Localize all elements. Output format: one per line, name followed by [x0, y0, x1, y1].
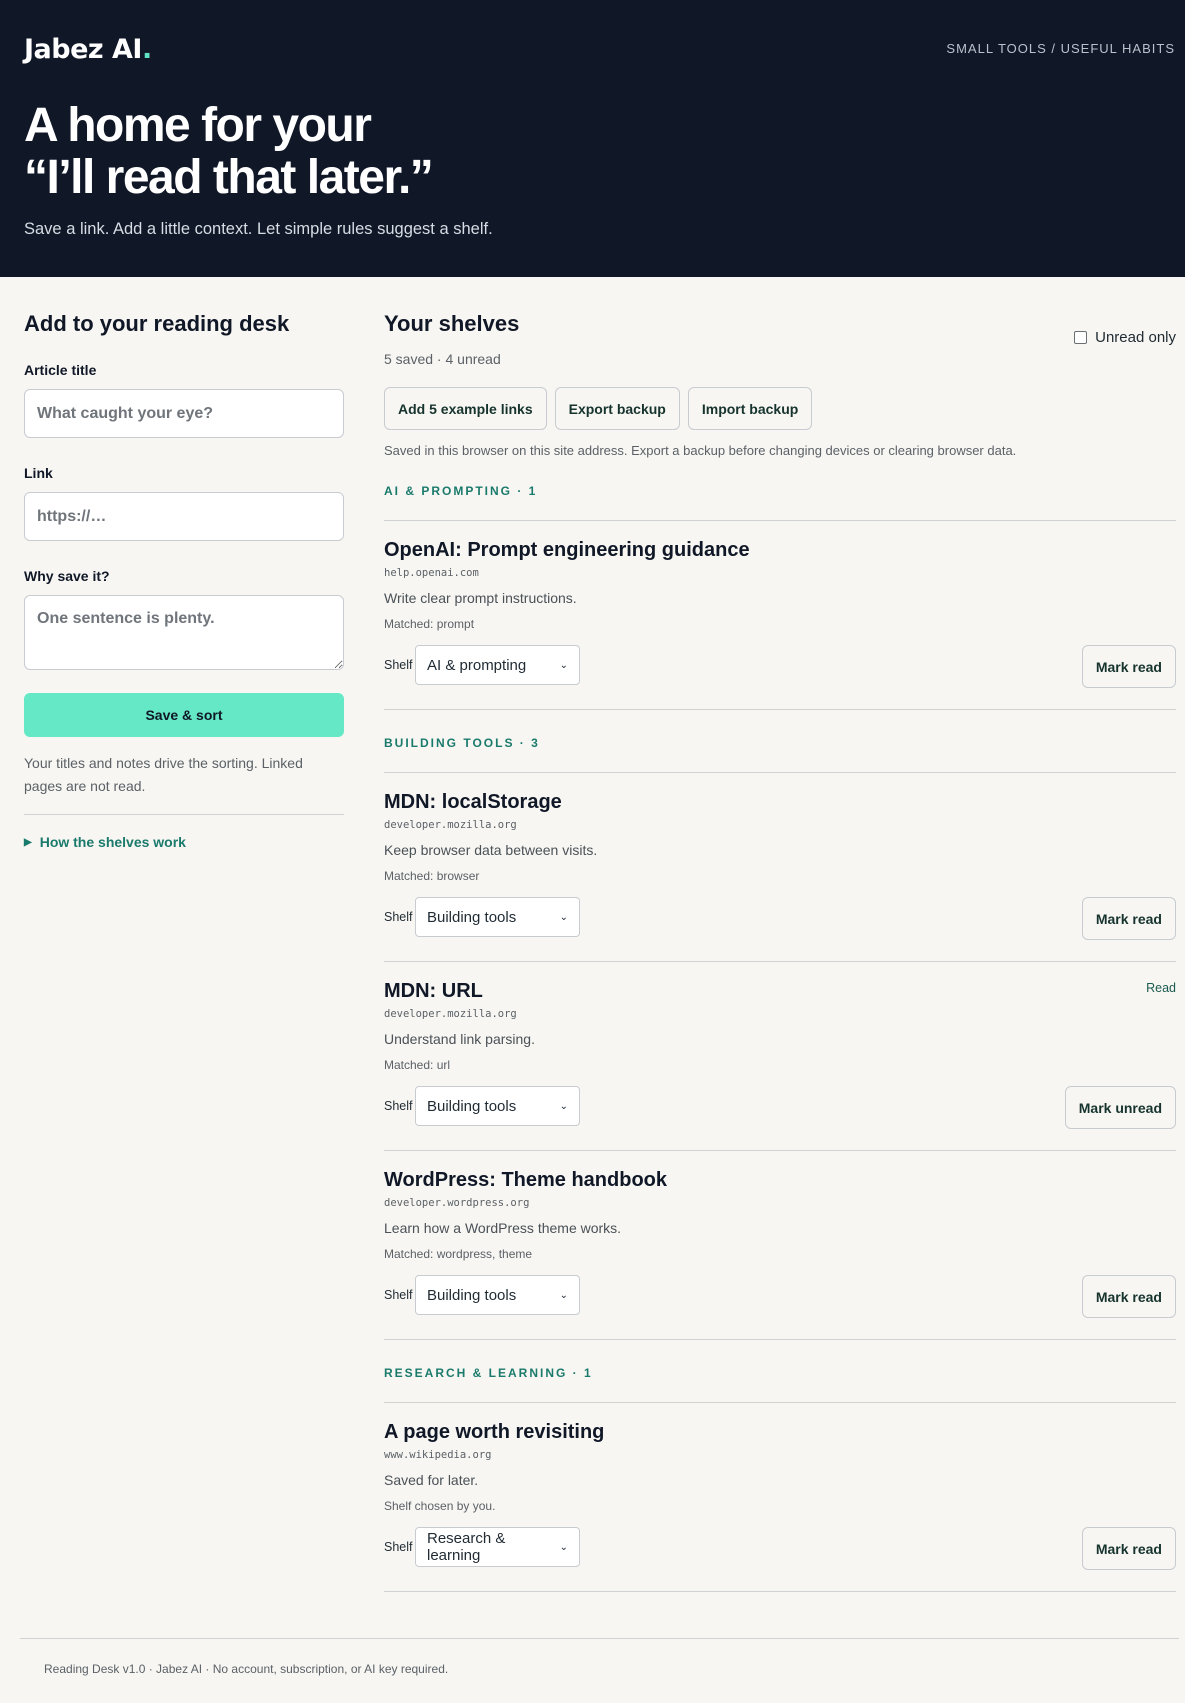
shelf-select[interactable]: Research & learning ⌄ — [415, 1527, 580, 1567]
mark-read-toggle-button[interactable]: Mark read — [1081, 645, 1176, 688]
link-title[interactable]: WordPress: Theme handbook — [384, 1169, 1176, 1192]
unread-only-toggle[interactable]: Unread only — [1074, 329, 1176, 346]
link-domain: developer.mozilla.org — [384, 1008, 517, 1020]
shelf-select-label: Shelf — [384, 1288, 413, 1302]
shelf-section: RESEARCH & LEARNING · 1 A page worth rev… — [384, 1365, 1176, 1592]
link-note: Understand link parsing. — [384, 1031, 535, 1047]
link-note: Write clear prompt instructions. — [384, 590, 577, 606]
title-label: Article title — [24, 362, 97, 378]
shelves-help-toggle[interactable]: ▶ How the shelves work — [24, 834, 344, 850]
shelf-select-value: Building tools — [427, 908, 517, 926]
shelves-panel: Your shelves 5 saved · 4 unread Unread o… — [384, 311, 1176, 1592]
link-note: Learn how a WordPress theme works. — [384, 1220, 622, 1236]
link-domain: developer.wordpress.org — [384, 1197, 530, 1209]
shelf-select-value: Research & learning — [427, 1530, 506, 1564]
shelf-select[interactable]: AI & prompting ⌄ — [415, 645, 580, 685]
link-match-reason: Matched: wordpress, theme — [384, 1247, 533, 1261]
card-controls: Shelf Building tools ⌄ Mark read — [384, 897, 1176, 940]
link-match-reason: Matched: browser — [384, 869, 480, 883]
card-controls: Shelf AI & prompting ⌄ Mark read — [384, 645, 1176, 688]
shelf-select-label: Shelf — [384, 1540, 413, 1554]
why-label: Why save it? — [24, 568, 110, 584]
shelf-select-label: Shelf — [384, 1099, 413, 1113]
link-match-reason: Matched: url — [384, 1058, 451, 1072]
shelf-select-value: Building tools — [427, 1286, 517, 1304]
link-note: Keep browser data between visits. — [384, 842, 598, 858]
site-footer: Reading Desk v1.0 · Jabez AI · No accoun… — [20, 1638, 1179, 1676]
shelf-heading: BUILDING TOOLS · 3 — [384, 735, 1176, 773]
tagline: SMALL TOOLS / USEFUL HABITS — [946, 41, 1175, 56]
storage-note: Saved in this browser on this site addre… — [384, 443, 1017, 458]
hero-title-line2: “I’ll read that later.” — [24, 151, 434, 204]
link-title[interactable]: A page worth revisiting — [384, 1421, 1176, 1444]
chevron-down-icon: ⌄ — [559, 659, 568, 671]
save-sort-button[interactable]: Save & sort — [24, 693, 344, 737]
link-domain: www.wikipedia.org — [384, 1449, 492, 1461]
link-card: OpenAI: Prompt engineering guidance help… — [384, 521, 1176, 710]
mark-read-toggle-button[interactable]: Mark read — [1081, 1275, 1176, 1318]
shelf-section: BUILDING TOOLS · 3 MDN: localStorage dev… — [384, 735, 1176, 1340]
card-controls: Shelf Building tools ⌄ Mark read — [384, 1275, 1176, 1318]
link-input[interactable] — [24, 492, 344, 541]
shelf-section: AI & PROMPTING · 1 OpenAI: Prompt engine… — [384, 483, 1176, 710]
link-card: A page worth revisiting www.wikipedia.or… — [384, 1403, 1176, 1592]
shelf-select[interactable]: Building tools ⌄ — [415, 897, 580, 937]
chevron-down-icon: ⌄ — [559, 1541, 568, 1553]
unread-only-label: Unread only — [1095, 329, 1176, 346]
link-domain: developer.mozilla.org — [384, 819, 517, 831]
footer-text: Reading Desk v1.0 · Jabez AI · No accoun… — [44, 1662, 449, 1676]
chevron-down-icon: ⌄ — [559, 1100, 568, 1112]
card-controls: Shelf Research & learning ⌄ Mark read — [384, 1527, 1176, 1570]
chevron-down-icon: ⌄ — [559, 1289, 568, 1301]
form-divider — [24, 814, 344, 815]
link-label: Link — [24, 465, 53, 481]
add-examples-button[interactable]: Add 5 example links — [384, 387, 547, 430]
shelf-select-value: AI & prompting — [427, 656, 527, 674]
unread-only-checkbox[interactable] — [1074, 331, 1088, 344]
hero-title-line1: A home for your — [24, 99, 372, 152]
shelf-select-label: Shelf — [384, 910, 413, 924]
mark-read-toggle-button[interactable]: Mark read — [1081, 897, 1176, 940]
logo-dot: . — [141, 34, 152, 65]
link-match-reason: Matched: prompt — [384, 617, 475, 631]
logo[interactable]: Jabez AI. — [24, 34, 152, 65]
title-input[interactable] — [24, 389, 344, 438]
shelf-select-value: Building tools — [427, 1097, 517, 1115]
export-backup-button[interactable]: Export backup — [554, 387, 680, 430]
disclosure-triangle-icon: ▶ — [24, 836, 32, 848]
shelves-heading: Your shelves — [384, 311, 520, 336]
shelf-select[interactable]: Building tools ⌄ — [415, 1086, 580, 1126]
read-badge: Read — [1146, 981, 1176, 995]
link-title[interactable]: MDN: URL — [384, 980, 1176, 1003]
hero-title: A home for your “I’ll read that later.” — [24, 99, 434, 204]
saved-counts: 5 saved · 4 unread — [384, 351, 501, 367]
link-domain: help.openai.com — [384, 567, 479, 579]
add-form: Add to your reading desk Article title L… — [24, 311, 344, 850]
mark-read-toggle-button[interactable]: Mark unread — [1064, 1086, 1176, 1129]
hero-subtitle: Save a link. Add a little context. Let s… — [24, 220, 493, 238]
shelves-help-label: How the shelves work — [39, 834, 186, 850]
link-card: MDN: localStorage developer.mozilla.org … — [384, 773, 1176, 962]
backup-actions: Add 5 example links Export backup Import… — [384, 387, 1176, 430]
shelf-list: AI & PROMPTING · 1 OpenAI: Prompt engine… — [384, 483, 1176, 1592]
form-heading: Add to your reading desk — [24, 311, 290, 336]
link-note: Saved for later. — [384, 1472, 479, 1488]
link-card: WordPress: Theme handbook developer.word… — [384, 1151, 1176, 1340]
mark-read-toggle-button[interactable]: Mark read — [1081, 1527, 1176, 1570]
shelf-heading: AI & PROMPTING · 1 — [384, 483, 1176, 521]
link-title[interactable]: OpenAI: Prompt engineering guidance — [384, 539, 1176, 562]
link-card: MDN: URL developer.mozilla.org Understan… — [384, 962, 1176, 1151]
link-title[interactable]: MDN: localStorage — [384, 791, 1176, 814]
import-backup-button[interactable]: Import backup — [687, 387, 813, 430]
card-controls: Shelf Building tools ⌄ Mark unread — [384, 1086, 1176, 1129]
chevron-down-icon: ⌄ — [559, 911, 568, 923]
site-header: Jabez AI. SMALL TOOLS / USEFUL HABITS A … — [0, 0, 1185, 277]
shelf-heading: RESEARCH & LEARNING · 1 — [384, 1365, 1176, 1403]
shelf-select[interactable]: Building tools ⌄ — [415, 1275, 580, 1315]
why-textarea[interactable] — [24, 595, 344, 670]
form-help-text: Your titles and notes drive the sorting.… — [24, 755, 303, 794]
link-match-reason: Shelf chosen by you. — [384, 1499, 496, 1513]
shelf-select-label: Shelf — [384, 658, 413, 672]
